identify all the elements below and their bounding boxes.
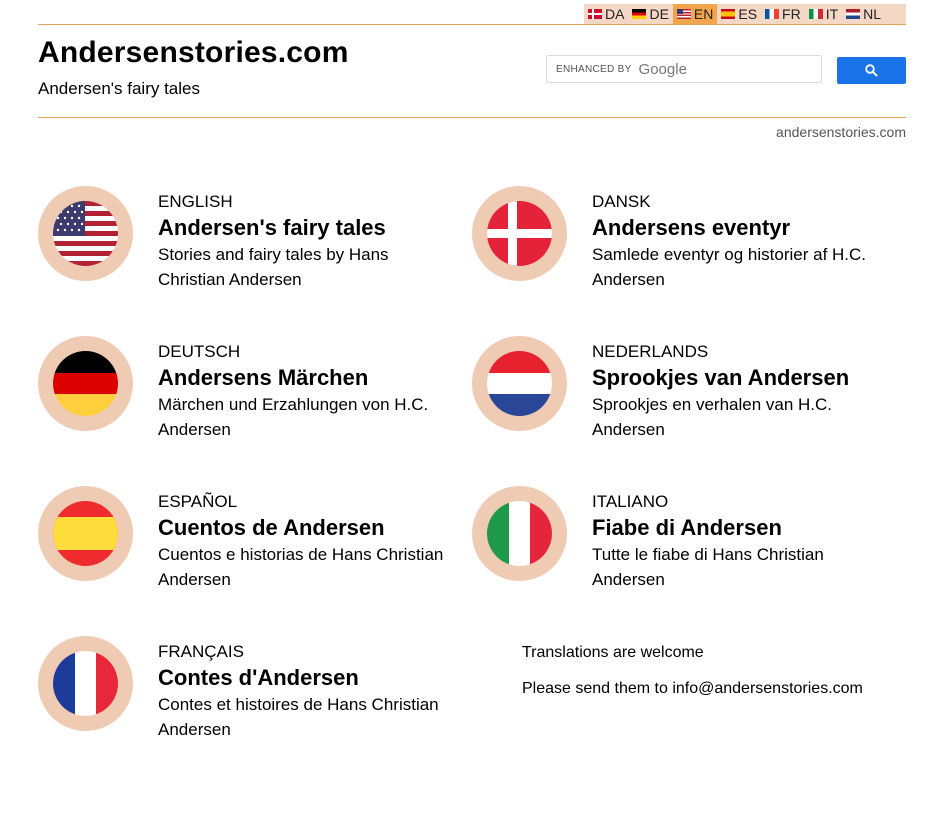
italy-flag-icon <box>487 501 552 566</box>
lang-code: IT <box>825 6 839 22</box>
flag-ring[interactable] <box>38 636 133 731</box>
translations-email-text: Please send them to info@andersenstories… <box>522 680 863 697</box>
card-description: Contes et histoires de Hans Christian An… <box>158 695 439 739</box>
spain-flag-icon <box>53 501 118 566</box>
netherlands-flag-icon <box>487 351 552 416</box>
card-language: ESPAÑOL <box>158 492 238 511</box>
usa-flag-icon <box>676 9 691 19</box>
denmark-flag-icon <box>487 201 552 266</box>
lang-link-es[interactable]: ES <box>717 4 761 24</box>
search-button[interactable] <box>837 57 906 84</box>
usa-flag-icon <box>53 201 118 266</box>
card-description: Sprookjes en verhalen van H.C. Andersen <box>592 395 833 439</box>
card-text: DANSK Andersens eventyr Samlede eventyr … <box>592 192 892 292</box>
flag-ring[interactable] <box>38 486 133 581</box>
card-text: ENGLISH Andersen's fairy tales Stories a… <box>158 192 458 292</box>
flag-ring[interactable] <box>472 186 567 281</box>
card-title-link[interactable]: Cuentos de Andersen <box>158 515 458 541</box>
lang-link-da[interactable]: DA <box>584 4 628 24</box>
language-bar: DA DE EN ES FR IT NL <box>584 4 906 24</box>
enhanced-by-label: ENHANCED BY <box>556 63 632 75</box>
lang-code: EN <box>693 6 714 22</box>
flag-ring[interactable] <box>38 186 133 281</box>
search-icon <box>865 64 878 77</box>
flag-ring[interactable] <box>472 336 567 431</box>
domain-link[interactable]: andersenstories.com <box>776 124 906 140</box>
lang-code: FR <box>782 6 801 22</box>
site-title[interactable]: Andersenstories.com <box>38 36 349 70</box>
card-title-link[interactable]: Andersens Märchen <box>158 365 458 391</box>
lang-link-de[interactable]: DE <box>628 4 672 24</box>
card-description: Tutte le fiabe di Hans Christian Anderse… <box>592 545 824 589</box>
lang-code: DA <box>605 6 625 22</box>
card-language: NEDERLANDS <box>592 342 709 361</box>
flag-ring[interactable] <box>472 486 567 581</box>
germany-flag-icon <box>53 351 118 416</box>
card-language: ENGLISH <box>158 192 233 211</box>
card-text: DEUTSCH Andersens Märchen Märchen und Er… <box>158 342 458 442</box>
france-flag-icon <box>53 651 118 716</box>
card-title-link[interactable]: Contes d'Andersen <box>158 665 458 691</box>
card-title-link[interactable]: Sprookjes van Andersen <box>592 365 892 391</box>
card-language: FRANÇAIS <box>158 642 244 661</box>
card-language: ITALIANO <box>592 492 669 511</box>
card-description: Samlede eventyr og historier af H.C. And… <box>592 245 867 289</box>
card-title-link[interactable]: Andersen's fairy tales <box>158 215 458 241</box>
search-input[interactable]: ENHANCED BY Google <box>546 55 822 83</box>
lang-code: ES <box>738 6 758 22</box>
card-text: ESPAÑOL Cuentos de Andersen Cuentos e hi… <box>158 492 458 592</box>
card-description: Märchen und Erzahlungen von H.C. Anderse… <box>158 395 429 439</box>
lang-link-it[interactable]: IT <box>805 4 842 24</box>
italy-flag-icon <box>808 9 823 19</box>
top-divider <box>38 24 906 25</box>
card-text: FRANÇAIS Contes d'Andersen Contes et his… <box>158 642 458 742</box>
card-text: NEDERLANDS Sprookjes van Andersen Sprook… <box>592 342 892 442</box>
germany-flag-icon <box>632 9 647 19</box>
card-title-link[interactable]: Fiabe di Andersen <box>592 515 892 541</box>
flag-ring[interactable] <box>38 336 133 431</box>
lang-code: DE <box>649 6 669 22</box>
spain-flag-icon <box>721 9 736 19</box>
card-text: ITALIANO Fiabe di Andersen Tutte le fiab… <box>592 492 892 592</box>
card-description: Stories and fairy tales by Hans Christia… <box>158 245 389 289</box>
google-logo: Google <box>638 60 687 78</box>
card-title-link[interactable]: Andersens eventyr <box>592 215 892 241</box>
denmark-flag-icon <box>588 9 602 19</box>
lang-link-en[interactable]: EN <box>672 4 718 24</box>
lang-link-fr[interactable]: FR <box>761 4 805 24</box>
card-language: DANSK <box>592 192 651 211</box>
site-subtitle: Andersen's fairy tales <box>38 79 200 98</box>
card-description: Cuentos e historias de Hans Christian An… <box>158 545 444 589</box>
lang-code: NL <box>863 6 882 22</box>
header-divider <box>38 117 906 118</box>
card-language: DEUTSCH <box>158 342 241 361</box>
lang-link-nl[interactable]: NL <box>842 4 885 24</box>
netherlands-flag-icon <box>846 9 861 19</box>
translations-welcome-text: Translations are welcome <box>522 644 704 661</box>
france-flag-icon <box>765 9 780 19</box>
